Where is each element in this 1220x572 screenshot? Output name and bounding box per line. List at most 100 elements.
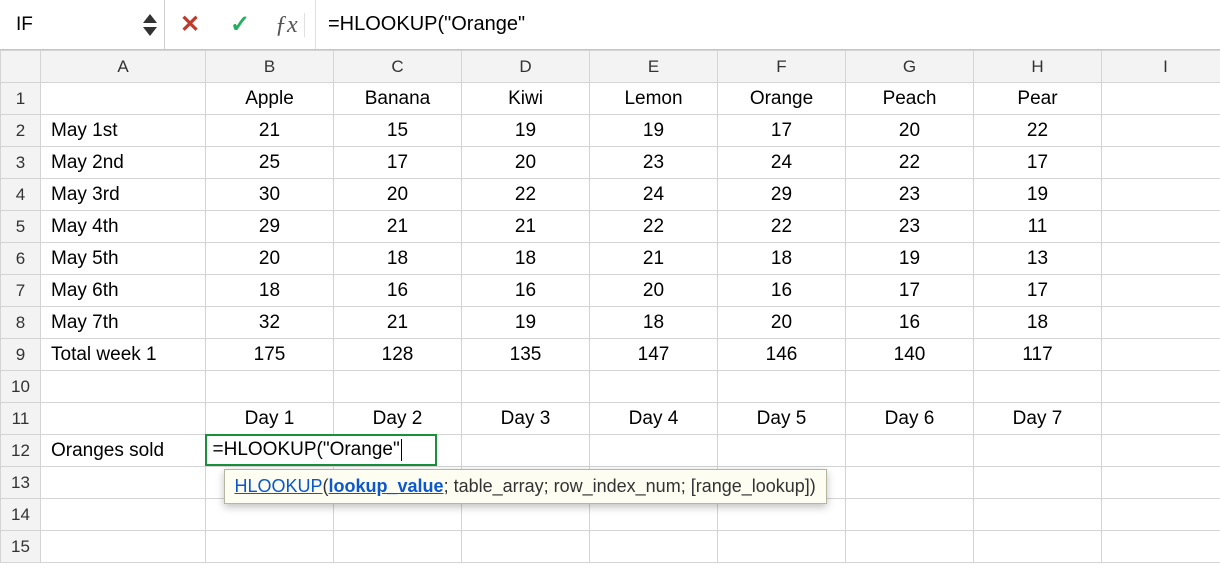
cell[interactable] [41, 467, 206, 499]
cell[interactable]: 16 [846, 307, 974, 339]
cell[interactable]: Day 5 [718, 403, 846, 435]
cell[interactable]: May 5th [41, 243, 206, 275]
col-header[interactable]: I [1102, 51, 1220, 83]
chevron-down-icon[interactable] [143, 27, 157, 36]
cell[interactable] [718, 531, 846, 563]
cell[interactable]: 15 [334, 115, 462, 147]
cell[interactable]: 17 [846, 275, 974, 307]
cell[interactable]: Day 3 [462, 403, 590, 435]
row-header[interactable]: 15 [1, 531, 41, 563]
cell[interactable]: 23 [590, 147, 718, 179]
cell[interactable] [846, 467, 974, 499]
cell[interactable]: 140 [846, 339, 974, 371]
cell[interactable]: 24 [718, 147, 846, 179]
cell[interactable] [846, 435, 974, 467]
cell[interactable] [974, 371, 1102, 403]
accept-icon[interactable]: ✓ [225, 13, 255, 37]
cell[interactable]: Orange [718, 83, 846, 115]
cell[interactable]: 18 [590, 307, 718, 339]
cell[interactable]: 24 [590, 179, 718, 211]
cell[interactable] [1102, 467, 1220, 499]
cell[interactable]: 18 [974, 307, 1102, 339]
col-header[interactable]: C [334, 51, 462, 83]
cell[interactable]: 11 [974, 211, 1102, 243]
col-header[interactable]: E [590, 51, 718, 83]
cell[interactable] [974, 531, 1102, 563]
col-header[interactable]: A [41, 51, 206, 83]
cell[interactable]: 19 [846, 243, 974, 275]
row-header[interactable]: 13 [1, 467, 41, 499]
cell[interactable]: 20 [206, 243, 334, 275]
cell[interactable]: 16 [462, 275, 590, 307]
cell[interactable]: 17 [974, 275, 1102, 307]
cell[interactable]: 19 [462, 307, 590, 339]
row-header[interactable]: 6 [1, 243, 41, 275]
cell[interactable]: May 1st [41, 115, 206, 147]
cell[interactable] [1102, 147, 1220, 179]
row-header[interactable]: 3 [1, 147, 41, 179]
cell[interactable]: 117 [974, 339, 1102, 371]
cell[interactable]: 30 [206, 179, 334, 211]
cancel-icon[interactable]: ✕ [175, 13, 205, 37]
name-box[interactable]: IF [0, 0, 165, 49]
cell[interactable]: 18 [462, 243, 590, 275]
formula-input[interactable]: =HLOOKUP("Orange" [316, 0, 1220, 49]
cell[interactable] [1102, 115, 1220, 147]
cell[interactable] [1102, 275, 1220, 307]
col-header[interactable]: H [974, 51, 1102, 83]
cell[interactable]: 23 [846, 179, 974, 211]
cell[interactable] [41, 499, 206, 531]
cell[interactable] [974, 467, 1102, 499]
cell-editor[interactable]: =HLOOKUP("Orange" [205, 434, 437, 466]
cell[interactable]: 21 [590, 243, 718, 275]
cell[interactable]: 20 [590, 275, 718, 307]
cell[interactable] [1102, 83, 1220, 115]
cell[interactable] [846, 371, 974, 403]
cell[interactable]: 23 [846, 211, 974, 243]
cell[interactable]: 19 [462, 115, 590, 147]
cell[interactable] [206, 531, 334, 563]
cell[interactable] [974, 499, 1102, 531]
cell[interactable]: 13 [974, 243, 1102, 275]
cell[interactable]: 18 [206, 275, 334, 307]
row-header[interactable]: 10 [1, 371, 41, 403]
cell[interactable]: Total week 1 [41, 339, 206, 371]
cell[interactable]: 16 [718, 275, 846, 307]
cell[interactable] [334, 531, 462, 563]
cell[interactable]: 17 [974, 147, 1102, 179]
cell[interactable]: 25 [206, 147, 334, 179]
cell[interactable]: Day 6 [846, 403, 974, 435]
cell[interactable] [718, 435, 846, 467]
cell[interactable] [974, 435, 1102, 467]
row-header[interactable]: 11 [1, 403, 41, 435]
cell[interactable]: Apple [206, 83, 334, 115]
cell[interactable] [1102, 339, 1220, 371]
cell[interactable]: Day 7 [974, 403, 1102, 435]
row-header[interactable]: 5 [1, 211, 41, 243]
cell[interactable]: 17 [718, 115, 846, 147]
cell[interactable]: 18 [718, 243, 846, 275]
cell[interactable]: 16 [334, 275, 462, 307]
cell[interactable]: May 3rd [41, 179, 206, 211]
cell[interactable]: 21 [334, 211, 462, 243]
cell[interactable] [462, 435, 590, 467]
cell[interactable]: 20 [718, 307, 846, 339]
cell[interactable]: Peach [846, 83, 974, 115]
cell[interactable] [1102, 531, 1220, 563]
cell[interactable]: Lemon [590, 83, 718, 115]
cell[interactable] [590, 435, 718, 467]
cell[interactable]: 147 [590, 339, 718, 371]
cell[interactable]: Day 4 [590, 403, 718, 435]
row-header[interactable]: 1 [1, 83, 41, 115]
cell[interactable] [334, 371, 462, 403]
cell[interactable]: 175 [206, 339, 334, 371]
cell[interactable] [1102, 211, 1220, 243]
row-header[interactable]: 2 [1, 115, 41, 147]
row-header[interactable]: 8 [1, 307, 41, 339]
cell[interactable]: 32 [206, 307, 334, 339]
cell[interactable]: May 6th [41, 275, 206, 307]
col-header[interactable]: D [462, 51, 590, 83]
cell[interactable]: Day 2 [334, 403, 462, 435]
cell[interactable] [1102, 435, 1220, 467]
cell[interactable]: 29 [206, 211, 334, 243]
